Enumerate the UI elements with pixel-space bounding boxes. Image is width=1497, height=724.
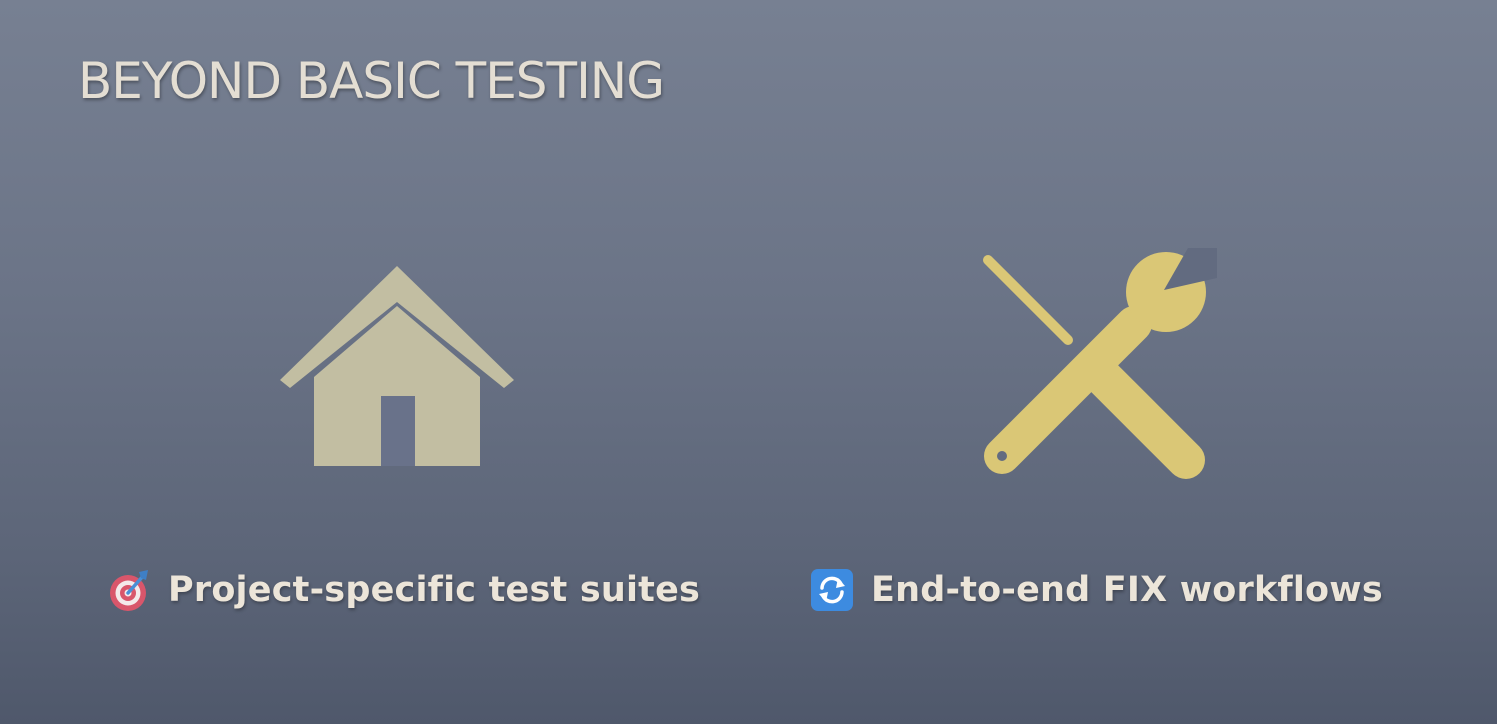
house-icon [280,266,514,466]
feature-project-specific: Project-specific test suites [106,566,700,614]
refresh-icon [811,569,853,611]
slide-title: BEYOND BASIC TESTING [78,52,665,110]
feature-end-to-end: End-to-end FIX workflows [809,566,1383,614]
feature-label: End-to-end FIX workflows [871,570,1383,610]
target-icon [110,570,148,611]
feature-label: Project-specific test suites [168,570,701,610]
tools-icon [983,248,1217,479]
